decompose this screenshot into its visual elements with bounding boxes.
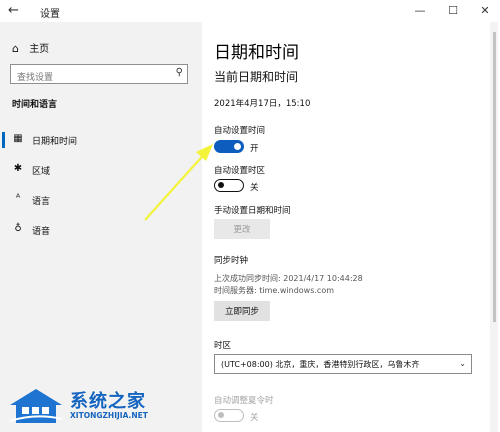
minimize-button[interactable]: — xyxy=(405,2,435,20)
toggle-knob xyxy=(218,412,224,418)
toggle-knob xyxy=(234,143,241,150)
time-server-text: 时间服务器: time.windows.com xyxy=(214,286,335,295)
maximize-button[interactable]: ☐ xyxy=(438,2,468,20)
manual-datetime-label: 手动设置日期和时间 xyxy=(214,206,291,216)
sidebar-item-label: 语言 xyxy=(32,197,51,207)
globe-gear-icon: ✱ xyxy=(13,163,23,174)
auto-timezone-state: 关 xyxy=(250,183,259,193)
timezone-value: (UTC+08:00) 北京，重庆，香港特别行政区，乌鲁木齐 xyxy=(221,360,420,369)
watermark-title: 系统之家 xyxy=(70,391,146,412)
title-bar: ← 设置 — ☐ ✕ xyxy=(0,0,500,22)
timezone-label: 时区 xyxy=(214,341,232,351)
sidebar-item-label: 语音 xyxy=(32,227,51,237)
search-input[interactable] xyxy=(11,69,167,87)
sync-now-button[interactable]: 立即同步 xyxy=(214,301,270,321)
last-sync-text: 上次成功同步时间: 2021/4/17 10:44:28 xyxy=(214,274,363,283)
sidebar-item-date-time[interactable]: ▦ 日期和时间 xyxy=(0,128,202,152)
current-datetime-value: 2021年4月17日，15:10 xyxy=(214,99,311,109)
home-link[interactable]: ⌂ 主页 xyxy=(12,40,49,55)
language-icon: ᴬ xyxy=(15,193,21,204)
dst-toggle[interactable] xyxy=(214,409,244,422)
sidebar-item-language[interactable]: ᴬ 语言 xyxy=(0,188,202,212)
dst-label: 自动调整夏令时 xyxy=(214,396,274,406)
settings-window: ← 设置 — ☐ ✕ ⌂ 主页 ⚲ 时间和语言 ▦ 日期和时间 ✱ 区域 ᴬ 语… xyxy=(0,0,500,432)
sidebar-item-speech[interactable]: ♁ 语音 xyxy=(0,218,202,242)
main-content: 日期和时间 当前日期和时间 2021年4月17日，15:10 自动设置时间 开 … xyxy=(202,22,490,432)
home-label: 主页 xyxy=(29,44,50,55)
current-datetime-heading: 当前日期和时间 xyxy=(214,70,299,84)
auto-time-toggle[interactable] xyxy=(214,140,244,153)
auto-timezone-label: 自动设置时区 xyxy=(214,166,266,176)
timezone-select[interactable]: (UTC+08:00) 北京，重庆，香港特别行政区，乌鲁木齐 ⌄ xyxy=(214,354,472,374)
search-icon[interactable]: ⚲ xyxy=(176,67,183,78)
search-box[interactable]: ⚲ xyxy=(10,64,188,87)
sidebar-item-label: 区域 xyxy=(32,167,51,177)
microphone-icon: ♁ xyxy=(14,223,22,234)
back-arrow-icon[interactable]: ← xyxy=(8,3,19,18)
house-logo-icon xyxy=(9,389,63,423)
scrollbar[interactable] xyxy=(490,22,498,432)
sidebar-item-region[interactable]: ✱ 区域 xyxy=(0,158,202,182)
page-title: 日期和时间 xyxy=(214,43,299,63)
scrollbar-thumb[interactable] xyxy=(493,32,496,322)
home-icon: ⌂ xyxy=(12,42,19,55)
auto-time-state: 开 xyxy=(250,144,259,154)
sidebar-item-label: 日期和时间 xyxy=(32,137,78,147)
calendar-clock-icon: ▦ xyxy=(13,133,23,144)
sync-heading: 同步时钟 xyxy=(214,256,249,266)
watermark-url: XITONGZHIJIA.NET xyxy=(70,411,148,420)
watermark: 系统之家 XITONGZHIJIA.NET xyxy=(8,385,168,429)
auto-timezone-toggle[interactable] xyxy=(214,179,244,192)
dst-state: 关 xyxy=(250,413,259,423)
chevron-down-icon: ⌄ xyxy=(459,359,466,368)
toggle-knob xyxy=(218,182,224,188)
section-title: 时间和语言 xyxy=(12,100,58,110)
close-button[interactable]: ✕ xyxy=(470,2,500,20)
window-title: 设置 xyxy=(40,9,60,20)
change-button[interactable]: 更改 xyxy=(214,219,270,239)
auto-time-label: 自动设置时间 xyxy=(214,126,266,136)
sidebar: ⌂ 主页 ⚲ 时间和语言 ▦ 日期和时间 ✱ 区域 ᴬ 语言 ♁ 语音 xyxy=(0,22,202,432)
